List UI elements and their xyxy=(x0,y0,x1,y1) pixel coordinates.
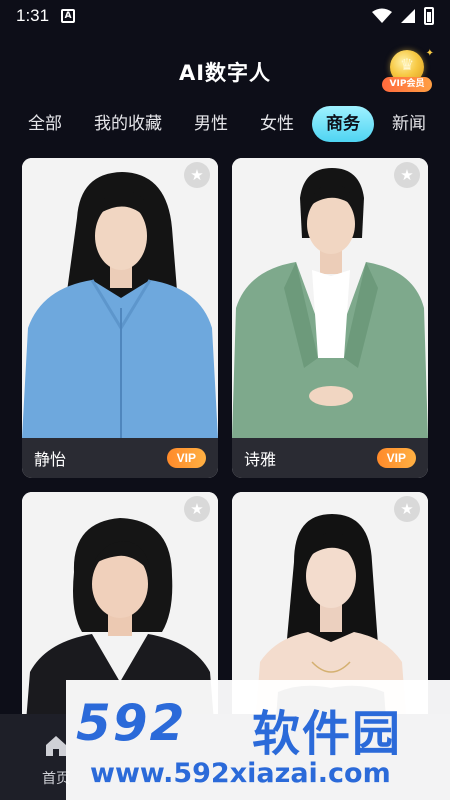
vip-badge-label: VIP会员 xyxy=(382,77,432,92)
tab-news[interactable]: 新闻 xyxy=(392,106,426,142)
favorite-icon[interactable]: ★ xyxy=(394,496,420,522)
avatar-name: 诗雅 xyxy=(244,450,277,469)
vip-tag: VIP xyxy=(376,448,416,468)
header: AI数字人 VIP会员 ✦ xyxy=(0,48,450,96)
avatar-card[interactable]: ★ 静怡 VIP xyxy=(22,158,218,478)
category-tabs: 全部 我的收藏 男性 女性 商务 新闻 xyxy=(0,104,450,144)
avatar-card[interactable]: ★ 诗雅 VIP xyxy=(232,158,428,478)
avatar-photo xyxy=(22,158,218,438)
tab-female[interactable]: 女性 xyxy=(260,106,294,142)
sparkle-icon: ✦ xyxy=(425,48,434,59)
status-icons xyxy=(372,7,434,25)
tab-male[interactable]: 男性 xyxy=(194,106,228,142)
tab-business[interactable]: 商务 xyxy=(312,106,374,142)
favorite-icon[interactable]: ★ xyxy=(184,162,210,188)
favorite-icon[interactable]: ★ xyxy=(394,162,420,188)
watermark: 592 软件园 www.592xiazai.com xyxy=(66,680,450,800)
card-footer: 静怡 VIP xyxy=(22,438,218,478)
card-footer: 诗雅 VIP xyxy=(232,438,428,478)
vip-tag: VIP xyxy=(166,448,206,468)
favorite-icon[interactable]: ★ xyxy=(184,496,210,522)
watermark-url: www.592xiazai.com xyxy=(90,758,391,789)
status-bar: 1:31 A xyxy=(0,0,450,32)
tab-all[interactable]: 全部 xyxy=(28,106,62,142)
status-time: 1:31 xyxy=(16,6,50,25)
battery-icon xyxy=(424,7,434,25)
wifi-icon xyxy=(372,8,392,23)
tab-favorites[interactable]: 我的收藏 xyxy=(94,106,162,142)
page-title: AI数字人 xyxy=(178,61,272,85)
avatar-name: 静怡 xyxy=(34,450,67,469)
avatar-photo xyxy=(232,158,428,438)
home-icon xyxy=(46,736,66,756)
notification-icon: A xyxy=(61,9,76,23)
vip-badge[interactable]: VIP会员 ✦ xyxy=(380,48,434,96)
watermark-logo-text: 软件园 xyxy=(252,706,403,762)
signal-icon xyxy=(401,9,415,23)
watermark-logo-number: 592 xyxy=(76,694,187,752)
